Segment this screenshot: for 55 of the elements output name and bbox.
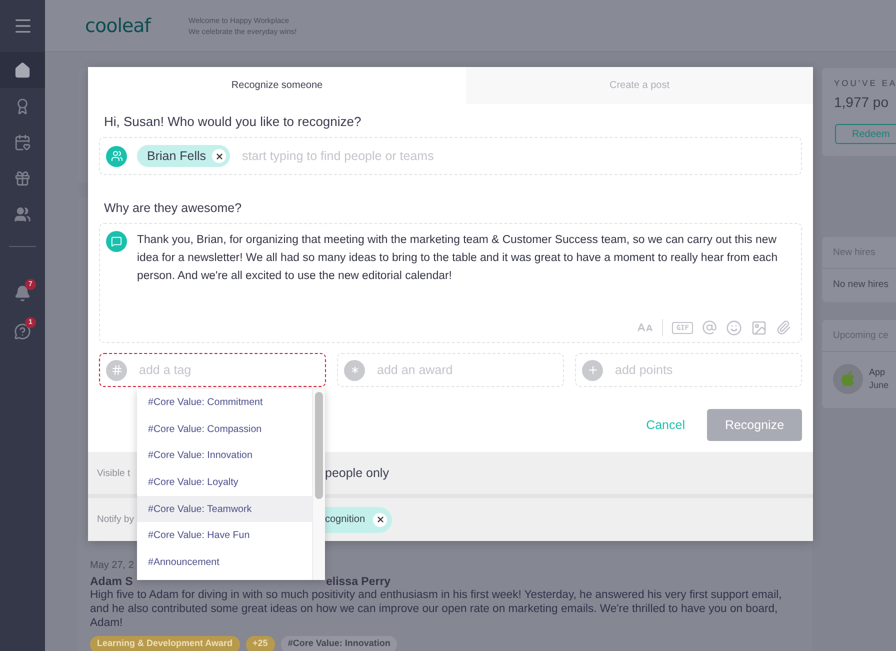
close-icon [376,515,385,524]
home-nav-button[interactable] [0,52,45,88]
mention-icon[interactable] [702,320,717,335]
points-field[interactable]: add points [575,353,802,387]
award-field[interactable]: add an award [337,353,564,387]
visibility-value: people only [325,466,390,480]
visibility-label: Visible t [97,468,130,478]
attachment-icon[interactable] [776,320,791,335]
message-text: Thank you, Brian, for organizing that meeting with the marketing team & Customer Success team, so we can carry out this new idea for a newsletter! We all had so many ideas to bring to the table and it was great to have a moment to really hear from each person. And we're all excited to use the new editorial calendar! [137,233,779,284]
image-icon[interactable] [751,320,767,336]
apple-logo-icon [833,364,863,394]
recipient-field[interactable]: Brian Fells start typing to find people or teams [99,137,802,175]
tag-option[interactable]: #Core Value: Commitment [137,389,312,416]
notifications-icon [14,284,31,302]
post-tag: Learning & Development Award [90,636,240,651]
tag-option[interactable]: #Core Value: Teamwork [137,496,312,522]
post-recognizer: elissa Perry [326,576,392,588]
tag-field[interactable]: add a tag [99,353,326,387]
people-icon [14,206,31,222]
points-total: 1,977 po [833,93,890,110]
empty-text: No new hires [832,278,890,292]
points-heading: YOU'VE EA [833,77,896,88]
events-icon [14,134,31,150]
event-date: June [869,379,889,392]
post-date: May 27, 2 [90,560,134,571]
post-tag: +25 [246,636,275,651]
close-icon [214,152,224,160]
scrollbar-thumb[interactable] [315,392,323,499]
message-label: Why are they awesome? [103,201,243,215]
dialog-tab[interactable]: Recognize someone [88,67,466,104]
post-author: Adam S [90,576,134,588]
chip-label: Brian Fells [147,149,206,163]
asterisk-icon [344,360,365,380]
plus-icon [582,360,603,380]
emoji-icon[interactable] [726,320,742,336]
tag-input[interactable]: add a tag [137,362,325,378]
recipient-input[interactable]: start typing to find people or teams [240,148,801,164]
help-icon [14,322,31,340]
rewards-icon [14,170,31,186]
remove-button[interactable] [373,512,388,526]
event-name: App [869,366,886,379]
people-icon [106,146,127,166]
recipient-question: Hi, Susan! Who would you like to recognize? [103,114,362,129]
notify-label: Notify by [97,514,134,525]
logo: cooleaf [85,14,150,36]
post-body: High five to Adam for diving in with so much positivity and enthusiasm in his first week! Yesterday, he answered his very first support email, and he also contributed some great ideas on how we can improve our open rate on marketing emails. We're thrilled to have you on board, Adam! [90,588,783,630]
remove-button[interactable] [212,149,226,163]
message-field[interactable] [99,223,802,343]
speech-bubble-icon [106,231,127,252]
post-tag: #Core Value: Innovation [280,636,398,651]
award-input[interactable]: add an award [375,362,563,378]
home-icon [14,62,31,78]
chip-label: cognition [325,514,366,525]
hash-icon [106,360,127,380]
points-input[interactable]: add points [613,362,801,378]
